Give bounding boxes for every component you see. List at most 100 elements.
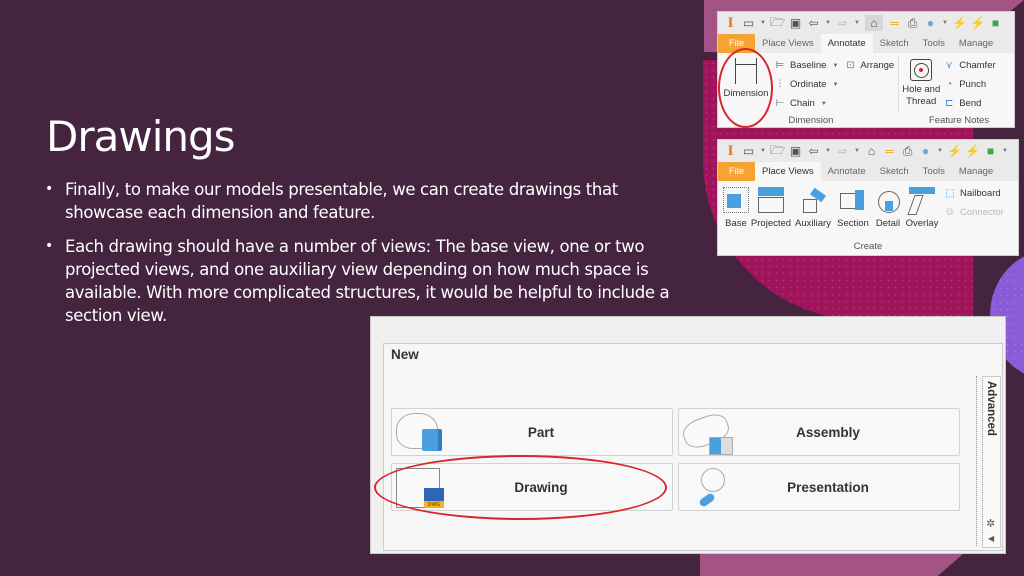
baseline-button[interactable]: ⊨ Baseline ▼: [774, 58, 839, 73]
new-part-button[interactable]: Part: [391, 408, 673, 456]
section-view-icon: [840, 187, 866, 213]
undo-icon[interactable]: ⇦: [807, 15, 820, 31]
tab-annotate[interactable]: Annotate: [820, 34, 873, 53]
baseline-label: Baseline: [790, 60, 827, 71]
chevron-down-icon[interactable]: ▼: [825, 148, 831, 154]
presentation-label: Presentation: [787, 479, 869, 495]
new-file-icon[interactable]: ▭: [742, 15, 755, 31]
redo-icon[interactable]: ⇨: [836, 15, 849, 31]
tab-sketch[interactable]: Sketch: [873, 34, 916, 53]
detail-view-button[interactable]: Detail: [872, 181, 904, 241]
ordinate-button[interactable]: ⫶ Ordinate ▼: [774, 77, 839, 92]
chevron-down-icon[interactable]: ▼: [832, 82, 838, 88]
new-file-dialog: New Part Assembly Drawing Presentation A…: [370, 316, 1006, 554]
open-folder-icon[interactable]: 🗁: [770, 143, 785, 159]
save-icon[interactable]: ▣: [789, 143, 802, 159]
tab-manage[interactable]: Manage: [952, 34, 1000, 53]
bullet-text: Each drawing should have a number of vie…: [65, 237, 670, 325]
new-assembly-button[interactable]: Assembly: [678, 408, 960, 456]
open-folder-icon[interactable]: 🗁: [770, 15, 785, 31]
connector-label: Connector: [960, 207, 1004, 218]
update-icon[interactable]: ⚡: [952, 15, 967, 31]
part-icon: [392, 409, 450, 455]
measure-icon[interactable]: ═: [888, 15, 901, 31]
chevron-down-icon[interactable]: ▼: [937, 148, 943, 154]
punch-label: Punch: [959, 79, 987, 90]
color-override-icon[interactable]: ●: [924, 15, 937, 31]
new-presentation-button[interactable]: Presentation: [678, 463, 960, 511]
print-icon[interactable]: ⎙: [906, 15, 919, 31]
chevron-down-icon[interactable]: ▼: [821, 101, 827, 107]
measure-icon[interactable]: ═: [883, 143, 896, 159]
overlay-label: Overlay: [905, 218, 939, 229]
base-view-icon: [723, 187, 749, 213]
punch-button[interactable]: ◔ Punch: [943, 77, 995, 92]
bullet-item: • Each drawing should have a number of vi…: [30, 235, 680, 327]
update-all-icon[interactable]: ⚡: [965, 143, 980, 159]
tab-file[interactable]: File: [718, 162, 755, 181]
triangle-left-icon[interactable]: ◀: [988, 534, 994, 543]
update-all-icon[interactable]: ⚡: [970, 15, 985, 31]
assembly-label: Assembly: [796, 424, 860, 440]
tab-sketch[interactable]: Sketch: [873, 162, 916, 181]
gear-icon[interactable]: ✲: [986, 517, 995, 530]
bend-button[interactable]: ⊏ Bend: [943, 96, 995, 111]
tab-annotate[interactable]: Annotate: [821, 162, 873, 181]
tab-place-views[interactable]: Place Views: [755, 162, 821, 181]
inventor-logo-icon[interactable]: I: [724, 143, 737, 159]
chevron-down-icon[interactable]: ▼: [760, 20, 766, 26]
base-view-button[interactable]: Base: [722, 181, 750, 241]
new-file-icon[interactable]: ▭: [742, 143, 755, 159]
chevron-down-icon[interactable]: ▼: [825, 20, 831, 26]
detail-label: Detail: [875, 218, 901, 229]
home-icon[interactable]: ⌂: [865, 15, 883, 31]
home-icon[interactable]: ⌂: [865, 143, 878, 159]
advanced-tab[interactable]: Advanced ✲ ◀: [982, 376, 1001, 548]
new-section-panel: New Part Assembly Drawing Presentation A…: [383, 343, 1003, 551]
chain-button[interactable]: ⊢ Chain ▼: [774, 96, 838, 111]
tab-place-views[interactable]: Place Views: [755, 34, 821, 53]
nailboard-button[interactable]: ⬚ Nailboard: [944, 186, 1004, 201]
projected-view-button[interactable]: Projected: [750, 181, 792, 241]
inventor-logo-icon[interactable]: I: [724, 15, 737, 31]
print-icon[interactable]: ⎙: [901, 143, 914, 159]
chain-icon: ⊢: [775, 98, 785, 109]
chevron-down-icon[interactable]: ▼: [942, 20, 948, 26]
redo-icon[interactable]: ⇨: [836, 143, 849, 159]
chevron-down-icon[interactable]: ▼: [1002, 148, 1008, 154]
chevron-down-icon[interactable]: ▼: [760, 148, 766, 154]
projected-view-icon: [758, 187, 784, 213]
export-icon[interactable]: ■: [984, 143, 997, 159]
chevron-down-icon[interactable]: ▼: [854, 148, 860, 154]
create-group-label: Create: [718, 241, 1018, 255]
bullet-item: • Finally, to make our models presentable…: [30, 178, 680, 224]
highlight-oval-drawing: [374, 455, 667, 520]
export-icon[interactable]: ■: [989, 15, 1002, 31]
bend-icon: ⊏: [945, 98, 954, 109]
auxiliary-view-button[interactable]: Auxiliary: [792, 181, 834, 241]
chamfer-button[interactable]: ⋎ Chamfer: [943, 58, 996, 73]
color-override-icon[interactable]: ●: [919, 143, 932, 159]
arrange-icon: ⊡: [846, 60, 855, 71]
highlight-oval-dimension: [718, 48, 773, 128]
hole-and-thread-button[interactable]: Hole and Thread: [899, 53, 943, 115]
arrange-button[interactable]: ⊡ Arrange: [844, 58, 894, 73]
save-icon[interactable]: ▣: [789, 15, 802, 31]
update-icon[interactable]: ⚡: [947, 143, 962, 159]
part-label: Part: [527, 424, 555, 440]
overlay-view-button[interactable]: Overlay: [904, 181, 940, 241]
feature-notes-items: ⋎ Chamfer ◔ Punch ⊏ Bend: [943, 53, 996, 115]
section-view-button[interactable]: Section: [834, 181, 872, 241]
undo-icon[interactable]: ⇦: [807, 143, 820, 159]
tab-tools[interactable]: Tools: [916, 162, 952, 181]
tab-tools[interactable]: Tools: [916, 34, 952, 53]
detail-view-icon: [875, 187, 901, 213]
tab-manage[interactable]: Manage: [952, 162, 1000, 181]
nailboard-label: Nailboard: [960, 188, 1001, 199]
chevron-down-icon[interactable]: ▼: [832, 63, 838, 69]
advanced-splitter[interactable]: [976, 376, 977, 546]
slide-title: Drawings: [46, 112, 236, 161]
connector-button[interactable]: ⧉ Connector: [944, 205, 1004, 220]
chevron-down-icon[interactable]: ▼: [854, 20, 860, 26]
ribbon-place-views-screenshot: I ▭ ▼ 🗁 ▣ ⇦ ▼ ⇨ ▼ ⌂ ═ ⎙ ● ▼ ⚡ ⚡ ■ ▼ File Plac…: [717, 139, 1019, 256]
